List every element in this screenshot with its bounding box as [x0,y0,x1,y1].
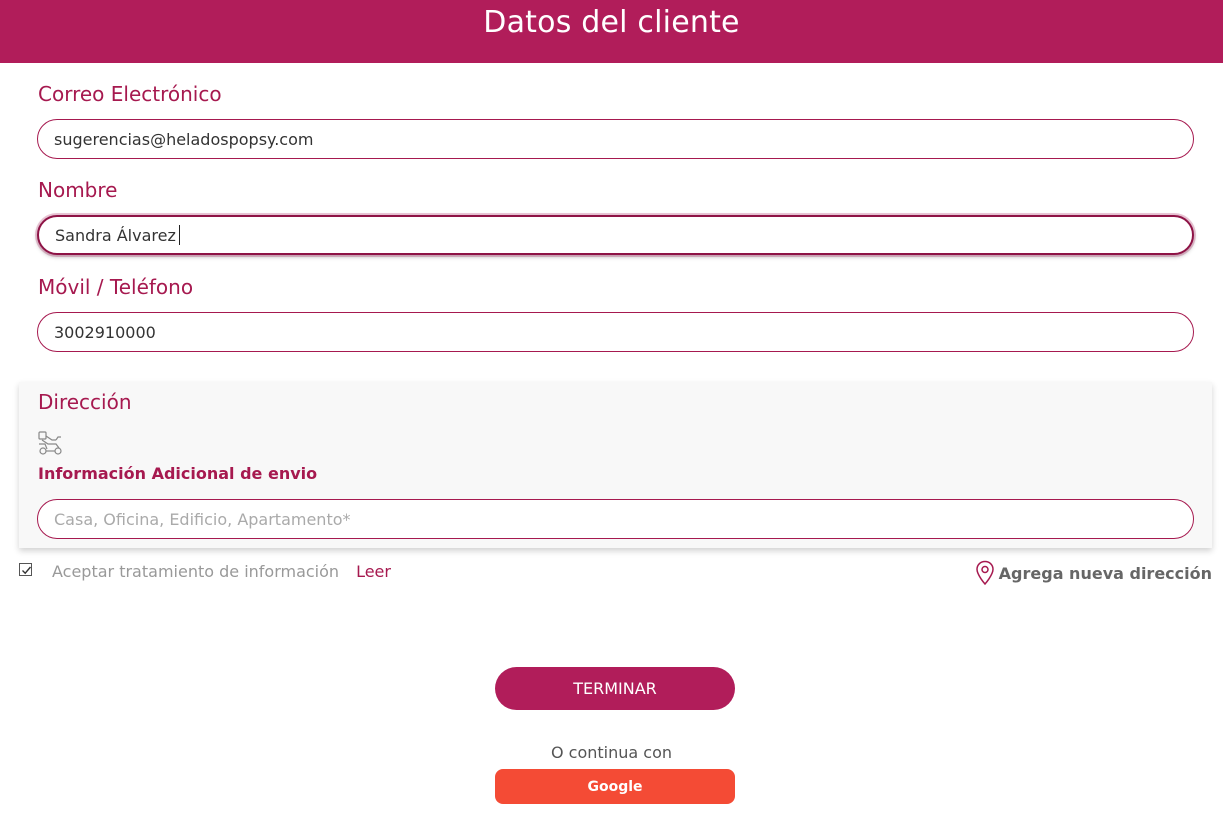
text-caret [178,225,181,245]
finish-button[interactable]: TERMINAR [495,667,735,710]
page-header: Datos del cliente [0,0,1223,63]
name-label: Nombre [38,178,118,202]
email-label: Correo Electrónico [38,82,222,106]
phone-value: 3002910000 [54,322,156,342]
add-address-label: Agrega nueva dirección [998,563,1212,583]
consent-text: Aceptar tratamiento de información [52,562,340,581]
google-signin-button[interactable]: Google [495,769,735,804]
location-pin-icon [975,560,994,586]
phone-label: Móvil / Teléfono [38,275,194,299]
additional-info-input[interactable] [37,499,1194,539]
consent-checkbox[interactable] [19,563,32,576]
delivery-scooter-icon [38,431,62,455]
address-section: Dirección Información Adicional de envio [19,382,1212,548]
name-field[interactable]: Sandra Álvarez [37,215,1194,255]
email-field[interactable]: sugerencias@heladospopsy.com [37,119,1194,159]
email-value: sugerencias@heladospopsy.com [54,129,314,149]
name-value: Sandra Álvarez [55,225,176,245]
check-icon [22,566,32,575]
address-label: Dirección [38,390,132,414]
consent-row: Aceptar tratamiento de información Leer [19,562,391,581]
phone-field[interactable]: 3002910000 [37,312,1194,352]
page-title: Datos del cliente [483,5,740,40]
add-address-link[interactable]: Agrega nueva dirección [975,560,1212,586]
additional-info-title: Información Adicional de envio [38,464,318,483]
read-terms-link[interactable]: Leer [356,562,391,581]
continue-with-text: O continua con [550,743,673,762]
